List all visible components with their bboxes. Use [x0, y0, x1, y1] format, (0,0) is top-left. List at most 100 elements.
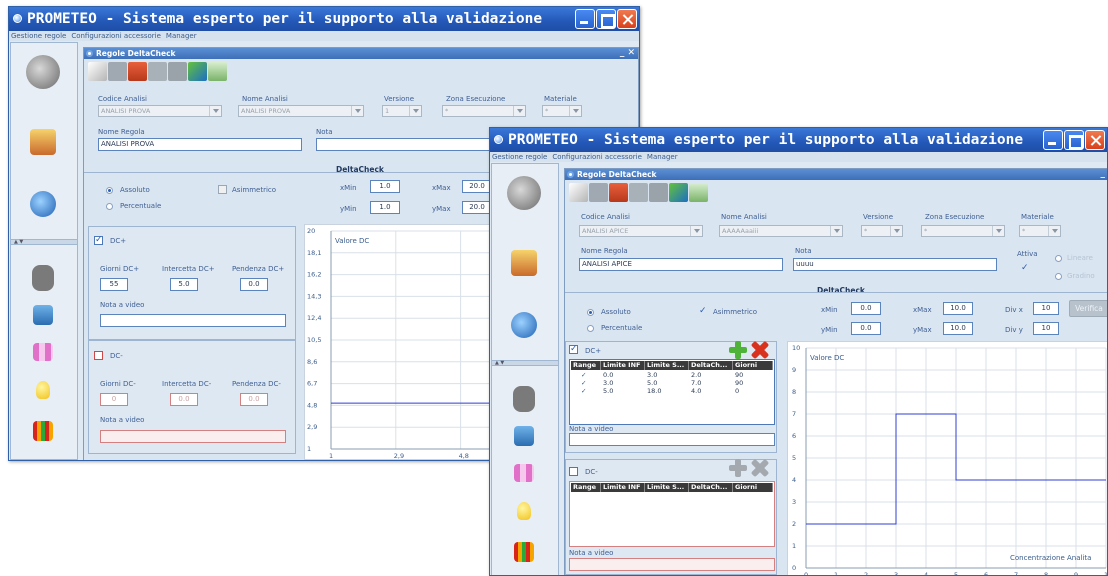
codice-combo[interactable]: ANALISI APICE	[579, 225, 703, 237]
grid-header-cell[interactable]: Limite INF	[601, 361, 645, 370]
grid-header-cell[interactable]: DeltaCh...	[689, 361, 733, 370]
xmin-input[interactable]: 0.0	[851, 302, 881, 315]
sort-icon[interactable]	[689, 183, 708, 202]
menu-manager[interactable]: Manager	[647, 152, 678, 162]
lightbulb-icon[interactable]	[517, 502, 531, 520]
report-icon[interactable]	[33, 421, 53, 441]
globe-hand-icon[interactable]	[30, 191, 56, 217]
nome-regola-input[interactable]: ANALISI APICE	[579, 258, 783, 271]
menu-gestione-regole[interactable]: Gestione regole	[11, 31, 66, 41]
materiale-combo[interactable]: *	[542, 105, 582, 117]
grid-header-cell[interactable]: DeltaCh...	[689, 483, 733, 492]
gradino-radio[interactable]	[1055, 273, 1062, 280]
nota-input[interactable]	[316, 138, 516, 151]
menu-configurazioni[interactable]: Configurazioni accessorie	[71, 31, 161, 41]
nome-regola-input[interactable]: ANALISI PROVA	[98, 138, 302, 151]
people-icon[interactable]	[33, 305, 53, 325]
giorni-minus-input[interactable]: 0	[100, 393, 128, 406]
divx-input[interactable]: 10	[1033, 302, 1059, 315]
grid-header-cell[interactable]: Giorni	[733, 361, 773, 370]
versione-combo[interactable]: *	[861, 225, 903, 237]
nota-input[interactable]: uuuu	[793, 258, 997, 271]
report-icon[interactable]	[514, 542, 534, 562]
row-checkbox[interactable]: ✓	[571, 371, 601, 379]
eraser-icon[interactable]	[88, 62, 107, 81]
grid-icon[interactable]	[514, 464, 534, 482]
table-row[interactable]: ✓ 3.0 5.0 7.0 90	[571, 379, 773, 387]
menu-configurazioni[interactable]: Configurazioni accessorie	[552, 152, 642, 162]
nota-video-minus-input[interactable]	[569, 558, 775, 571]
window-title-bar[interactable]: PROMETEO - Sistema esperto per il suppor…	[9, 7, 639, 31]
menu-manager[interactable]: Manager	[166, 31, 197, 41]
xmin-input[interactable]: 1.0	[370, 180, 400, 193]
close-button[interactable]	[1085, 130, 1105, 150]
grid-header-cell[interactable]: Limite S...	[645, 483, 689, 492]
add-range-icon[interactable]	[729, 459, 747, 477]
nota-video-minus-input[interactable]	[100, 430, 286, 443]
percentuale-radio[interactable]	[587, 325, 594, 332]
delete-icon[interactable]	[649, 183, 668, 202]
dcminus-checkbox[interactable]	[94, 351, 103, 360]
verifica-button[interactable]: Verifica	[1069, 300, 1107, 317]
intercetta-plus-input[interactable]: 5.0	[170, 278, 198, 291]
materiale-combo[interactable]: *	[1019, 225, 1061, 237]
package-icon[interactable]	[511, 250, 537, 276]
grid-header-cell[interactable]: Limite INF	[601, 483, 645, 492]
home-icon[interactable]	[26, 55, 60, 89]
xmax-input[interactable]: 20.0	[462, 180, 492, 193]
giorni-plus-input[interactable]: 55	[100, 278, 128, 291]
maximize-button[interactable]	[596, 9, 616, 29]
assoluto-radio[interactable]	[106, 187, 113, 194]
ymax-input[interactable]: 20.0	[462, 201, 492, 214]
home-icon[interactable]	[507, 176, 541, 210]
asimmetrico-checkmark-icon[interactable]: ✓	[699, 307, 707, 316]
ymax-input[interactable]: 10.0	[943, 322, 973, 335]
export-icon[interactable]	[188, 62, 207, 81]
remove-range-icon[interactable]	[751, 459, 769, 477]
save-icon[interactable]	[609, 183, 628, 202]
maximize-button[interactable]	[1064, 130, 1084, 150]
remove-range-icon[interactable]	[751, 341, 769, 359]
window-front[interactable]: PROMETEO - Sistema esperto per il suppor…	[489, 127, 1108, 576]
window-title-bar[interactable]: PROMETEO - Sistema esperto per il suppor…	[490, 128, 1107, 152]
zona-combo[interactable]: *	[921, 225, 1005, 237]
binoculars-icon[interactable]	[513, 386, 535, 412]
row-checkbox[interactable]: ✓	[571, 379, 601, 387]
zona-combo[interactable]: *	[442, 105, 526, 117]
intercetta-minus-input[interactable]: 0.0	[170, 393, 198, 406]
lightbulb-icon[interactable]	[36, 381, 50, 399]
lineare-radio[interactable]	[1055, 255, 1062, 262]
pendenza-plus-input[interactable]: 0.0	[240, 278, 268, 291]
minimize-button[interactable]	[575, 9, 595, 29]
nota-video-plus-input[interactable]	[569, 433, 775, 446]
minimize-button[interactable]	[1043, 130, 1063, 150]
codice-combo[interactable]: ANALISI PROVA	[98, 105, 222, 117]
grid-header-cell[interactable]: Range	[571, 483, 601, 492]
versione-combo[interactable]: 1	[382, 105, 422, 117]
attiva-checkmark-icon[interactable]: ✓	[1021, 264, 1029, 273]
stamp-icon[interactable]	[148, 62, 167, 81]
sidebar-splitter[interactable]: ▲ ▼	[11, 239, 77, 245]
panel-close-icon[interactable]: _ ✕	[620, 48, 635, 59]
ymin-input[interactable]: 0.0	[851, 322, 881, 335]
xmax-input[interactable]: 10.0	[943, 302, 973, 315]
stamp-icon[interactable]	[629, 183, 648, 202]
nota-video-plus-input[interactable]	[100, 314, 286, 327]
globe-hand-icon[interactable]	[511, 312, 537, 338]
table-row[interactable]: ✓ 0.0 3.0 2.0 90	[571, 371, 773, 379]
pendenza-minus-input[interactable]: 0.0	[240, 393, 268, 406]
percentuale-radio[interactable]	[106, 203, 113, 210]
menu-gestione-regole[interactable]: Gestione regole	[492, 152, 547, 162]
binoculars-icon[interactable]	[32, 265, 54, 291]
tools-icon[interactable]	[108, 62, 127, 81]
grid-header-cell[interactable]: Giorni	[733, 483, 773, 492]
grid-header-cell[interactable]: Range	[571, 361, 601, 370]
grid-icon[interactable]	[33, 343, 53, 361]
divy-input[interactable]: 10	[1033, 322, 1059, 335]
eraser-icon[interactable]	[569, 183, 588, 202]
assoluto-radio[interactable]	[587, 309, 594, 316]
sort-icon[interactable]	[208, 62, 227, 81]
tools-icon[interactable]	[589, 183, 608, 202]
grid-header-cell[interactable]: Limite S...	[645, 361, 689, 370]
asimmetrico-checkbox[interactable]	[218, 185, 227, 194]
